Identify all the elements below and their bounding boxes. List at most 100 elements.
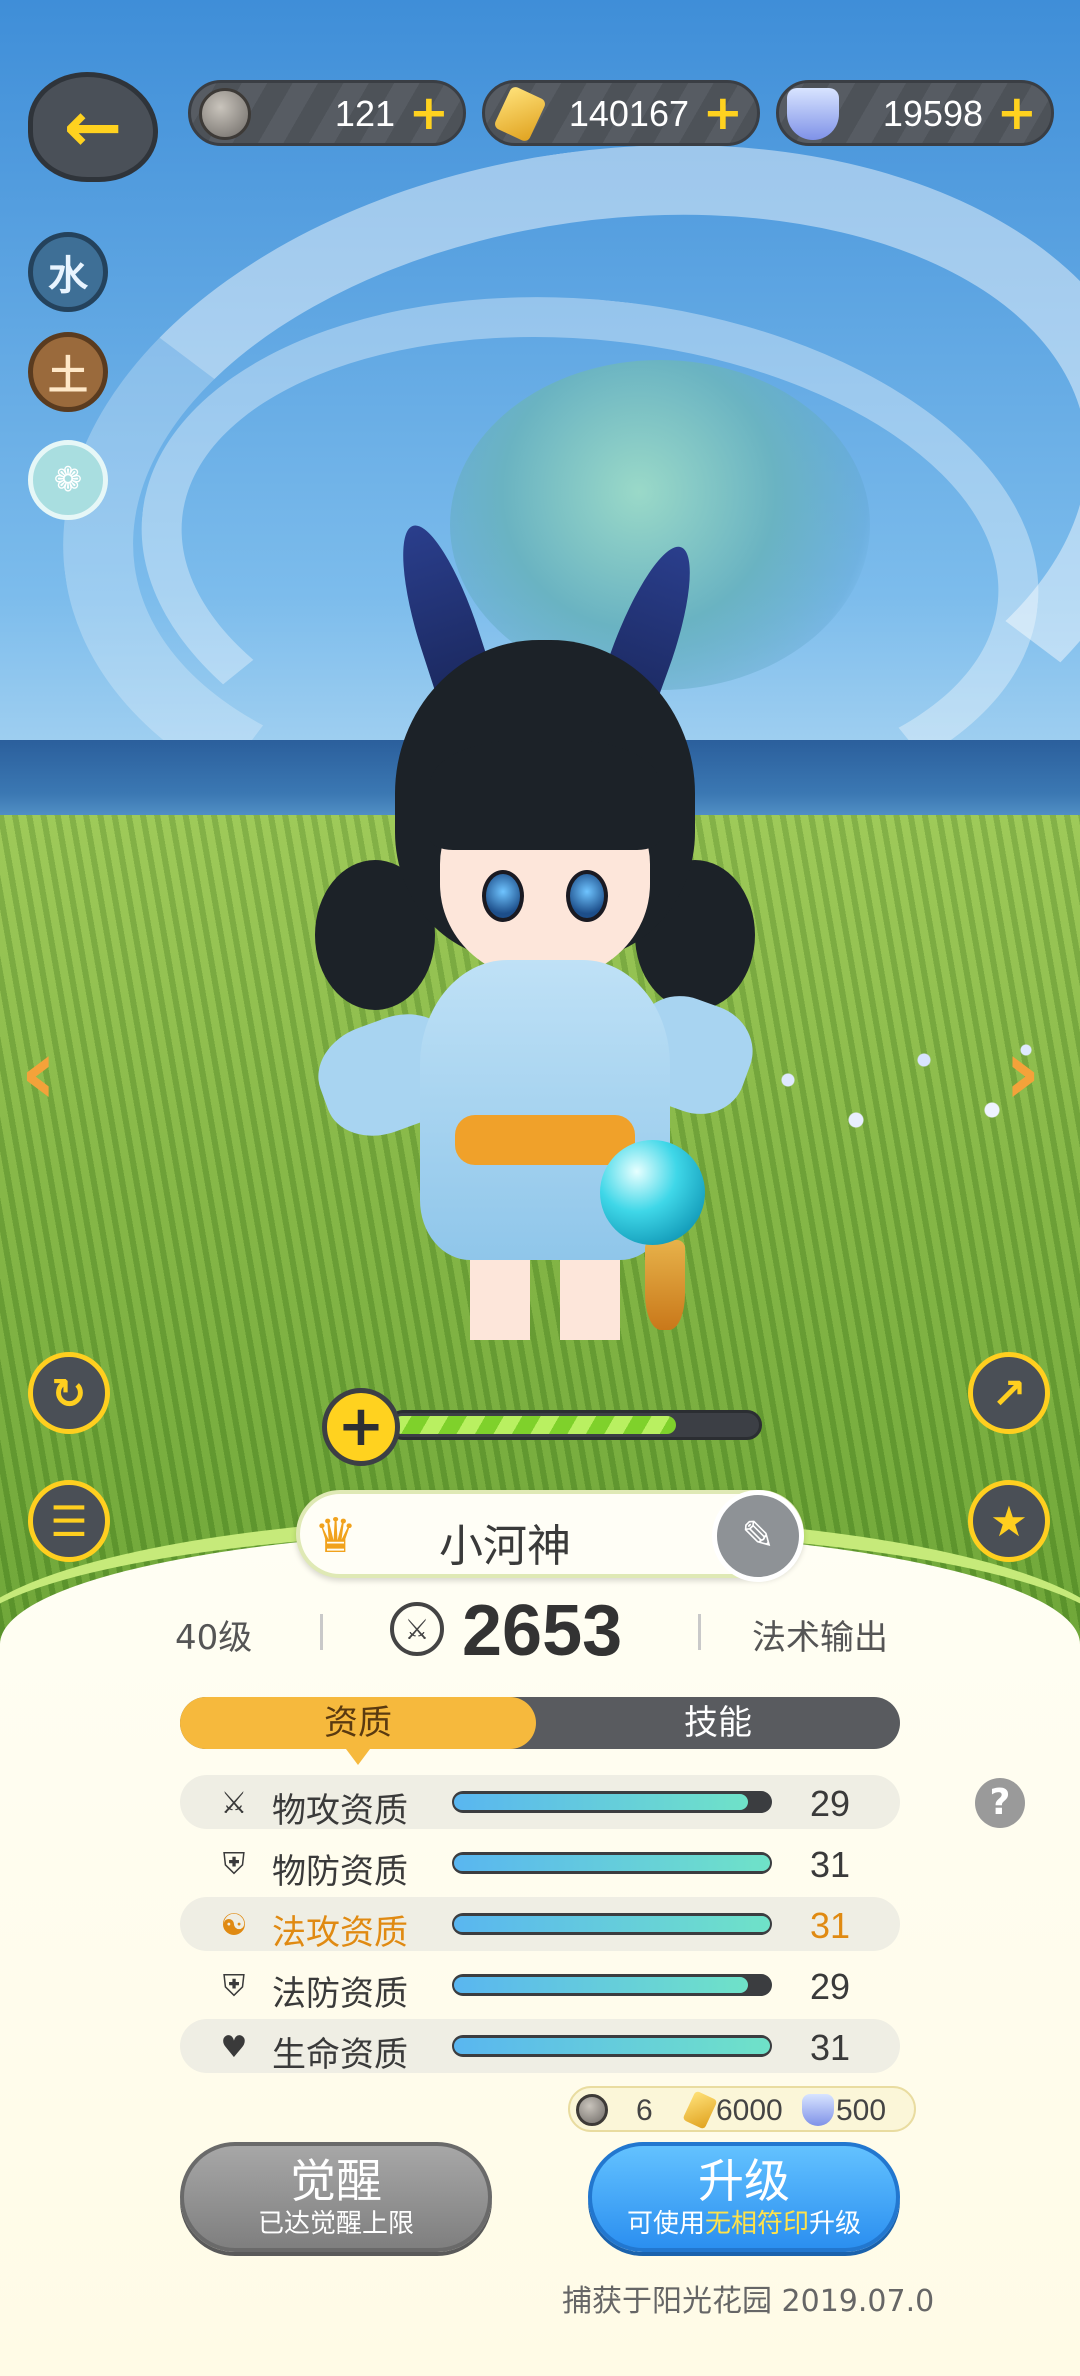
- list-icon: ☰: [50, 1496, 88, 1546]
- attribute-bar-fill: [454, 1916, 770, 1932]
- share-icon: ↗: [991, 1368, 1027, 1418]
- resource-diamond: 19598 +: [776, 80, 1054, 146]
- gold-value: 140167: [568, 93, 689, 134]
- cost-gold: 6000: [716, 2094, 783, 2127]
- cost-coin: 6: [636, 2094, 653, 2127]
- upgrade-label: 升级: [698, 2154, 790, 2208]
- attribute-value: 31: [810, 1905, 851, 1946]
- pet-showcase-scene: [0, 0, 1080, 1700]
- divider: [320, 1614, 323, 1650]
- attribute-bar: [452, 1852, 772, 1874]
- attribute-row: ⛨ 物防资质 31: [180, 1836, 900, 1892]
- attribute-label: 法攻资质: [272, 1913, 408, 1953]
- shield-icon: ⛨: [222, 1846, 246, 1882]
- attribute-bar: [452, 1791, 772, 1813]
- spirit-type-icon[interactable]: ❁: [28, 440, 108, 520]
- attribute-bar-fill: [454, 2038, 770, 2054]
- attribute-label: 法防资质: [272, 1974, 408, 2014]
- attribute-bar-fill: [454, 1855, 770, 1871]
- back-arrow-icon: ←: [63, 86, 123, 168]
- add-gold-button[interactable]: +: [703, 87, 743, 139]
- combat-power-value: 2653: [462, 1591, 623, 1671]
- awaken-label: 觉醒: [290, 2154, 382, 2208]
- element-earth-icon[interactable]: 土: [28, 332, 108, 412]
- attribute-bar: [452, 2035, 772, 2057]
- share-button[interactable]: ↗: [968, 1352, 1050, 1434]
- attribute-label: 物防资质: [272, 1852, 408, 1892]
- upgrade-sub-pre: 可使用: [626, 2209, 705, 2239]
- pet-coin-value: 121: [334, 93, 395, 134]
- attribute-row: ☯ 法攻资质 31: [180, 1897, 900, 1953]
- plus-icon: +: [337, 1394, 385, 1459]
- awaken-button[interactable]: 觉醒 已达觉醒上限: [180, 2142, 492, 2252]
- pet-coin-icon: [576, 2094, 608, 2126]
- pet-level: 40级: [175, 1618, 253, 1658]
- upgrade-button[interactable]: 升级 可使用无相符印升级: [588, 2142, 900, 2252]
- add-diamond-button[interactable]: +: [997, 87, 1037, 139]
- resource-gold: 140167 +: [482, 80, 760, 146]
- pet-name: 小河神: [439, 1521, 571, 1572]
- cost-diamond: 500: [836, 2094, 887, 2127]
- attribute-value: 29: [810, 1783, 851, 1824]
- help-icon[interactable]: ?: [975, 1778, 1025, 1828]
- attribute-label: 生命资质: [272, 2035, 408, 2075]
- left-eye: [482, 870, 524, 922]
- knot-belt: [455, 1115, 635, 1165]
- experience-bar: [388, 1410, 762, 1440]
- water-orb: [600, 1140, 705, 1245]
- divider: [698, 1614, 701, 1650]
- heart-icon: ♥: [220, 2029, 248, 2065]
- detail-list-button[interactable]: ☰: [28, 1480, 110, 1562]
- right-eye: [566, 870, 608, 922]
- attribute-bar-fill: [454, 1977, 748, 1993]
- attribute-row: ⚔ 物攻资质 29: [180, 1775, 900, 1831]
- pet-character-model[interactable]: [300, 500, 780, 1350]
- capture-info: 捕获于阳光花园 2019.07.0: [562, 2284, 935, 2319]
- info-tabs: 资质 技能: [180, 1697, 900, 1765]
- diamond-icon: [802, 2094, 834, 2126]
- element-water-icon[interactable]: 水: [28, 232, 108, 312]
- tab-skills[interactable]: 技能: [536, 1697, 900, 1749]
- experience-bar-fill: [393, 1416, 677, 1434]
- tab-aptitude[interactable]: 资质: [180, 1697, 536, 1765]
- magic-swirl-icon: ☯: [220, 1907, 248, 1943]
- sword-icon: ⚔: [220, 1785, 248, 1821]
- awaken-sublabel: 已达觉醒上限: [257, 2209, 414, 2239]
- diamond-icon: [787, 88, 839, 140]
- attribute-value: 31: [810, 1844, 851, 1885]
- add-experience-button[interactable]: +: [322, 1388, 400, 1466]
- next-pet-arrow-icon[interactable]: ›: [1004, 1020, 1041, 1125]
- gold-crystal-icon: [682, 2090, 718, 2130]
- previous-pet-arrow-icon[interactable]: ‹: [20, 1020, 57, 1125]
- upgrade-sublabel: 可使用无相符印升级: [592, 2208, 896, 2240]
- attribute-row: ♥ 生命资质 31: [180, 2019, 900, 2075]
- tassel: [645, 1240, 685, 1330]
- diamond-value: 19598: [882, 93, 983, 134]
- attribute-row: ⛨ 法防资质 29: [180, 1958, 900, 2014]
- shield-icon: ⛨: [222, 1968, 246, 2004]
- legs: [470, 1250, 620, 1340]
- attribute-bar-fill: [454, 1794, 748, 1810]
- star-icon: ★: [990, 1496, 1028, 1546]
- upgrade-sub-post: 升级: [809, 2209, 862, 2239]
- pet-coin-icon: [199, 88, 251, 140]
- rotate-icon: ↻: [51, 1368, 87, 1418]
- edit-pen-icon: ✎: [741, 1513, 775, 1559]
- favorite-button[interactable]: ★: [968, 1480, 1050, 1562]
- add-pet-coin-button[interactable]: +: [409, 87, 449, 139]
- attribute-value: 29: [810, 1966, 851, 2007]
- attribute-bar: [452, 1974, 772, 1996]
- rename-button[interactable]: ✎: [712, 1490, 804, 1582]
- attribute-value: 31: [810, 2027, 851, 2068]
- resource-pet-coin: 121 +: [188, 80, 466, 146]
- pet-summary-row: 40级 ⚔ 2653 法术输出: [0, 1591, 1080, 1672]
- gold-crystal-icon: [493, 85, 547, 143]
- pet-role: 法术输出: [752, 1618, 888, 1658]
- combat-power-icon: ⚔: [390, 1602, 444, 1656]
- attribute-bar: [452, 1913, 772, 1935]
- rotate-view-button[interactable]: ↻: [28, 1352, 110, 1434]
- pet-name-plate: ♛ 小河神 ✎: [296, 1490, 804, 1582]
- attribute-label: 物攻资质: [272, 1791, 408, 1831]
- bangs: [430, 740, 660, 850]
- upgrade-cost: 6 6000 500: [568, 2086, 916, 2132]
